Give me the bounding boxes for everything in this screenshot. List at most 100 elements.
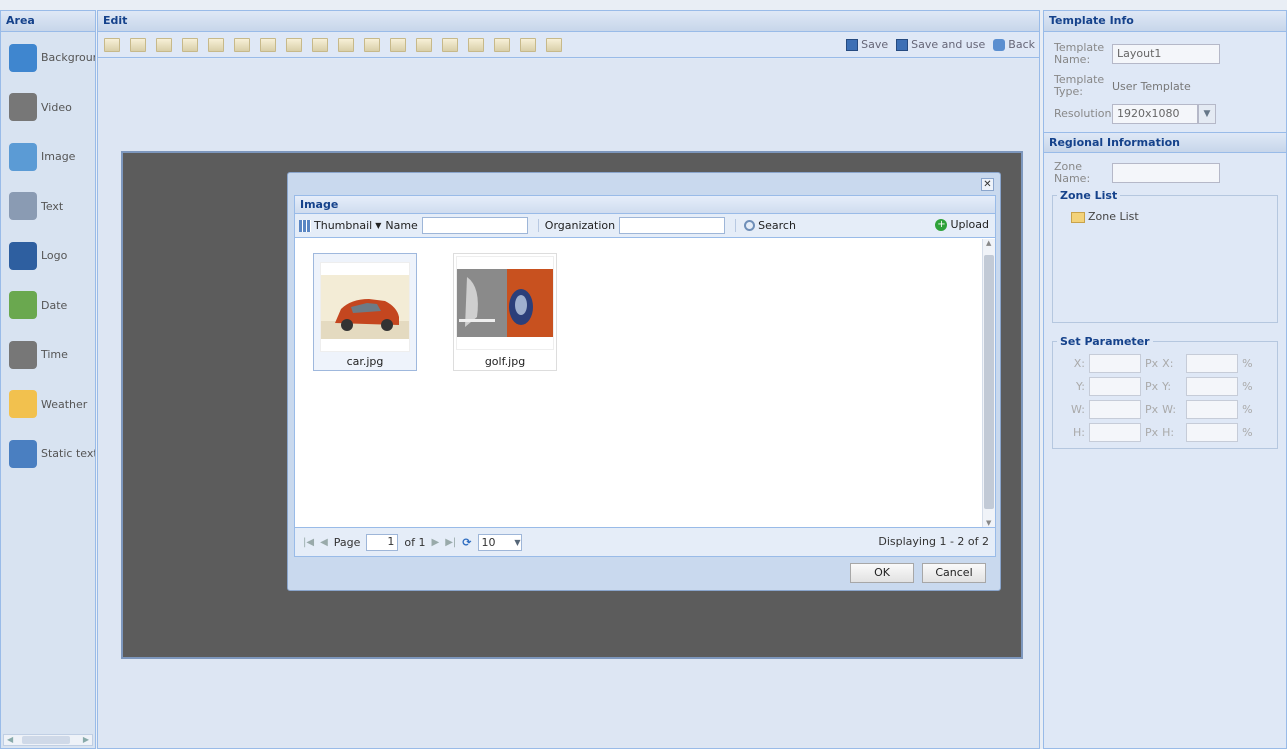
param-pct-label: X: (1162, 357, 1174, 370)
chevron-down-icon[interactable]: ▼ (514, 538, 520, 547)
param-pct-label: Y: (1162, 380, 1172, 393)
page-input[interactable]: 1 (366, 533, 399, 551)
param-label: W: (1071, 403, 1085, 416)
align-tool-icon[interactable] (416, 38, 432, 52)
refresh-icon[interactable]: ⟳ (462, 536, 471, 549)
video-icon (9, 93, 37, 122)
px-unit: Px (1145, 403, 1159, 416)
area-item-time[interactable]: Time (1, 330, 95, 380)
dialog-toolbar: Thumbnail ▼ Name Organization Search + U… (295, 214, 995, 238)
name-search-input[interactable] (421, 217, 528, 234)
pct-unit: % (1242, 403, 1253, 416)
pct-unit: % (1242, 426, 1253, 439)
vertical-scrollbar[interactable]: ▲ ▼ (982, 239, 995, 527)
align-tool-icon[interactable] (260, 38, 276, 52)
save-icon (846, 38, 859, 51)
align-tool-icon[interactable] (130, 38, 146, 52)
align-tool-icon[interactable] (182, 38, 198, 52)
area-item-text[interactable]: Text (1, 182, 95, 232)
area-item-label: Backgrour (41, 51, 95, 65)
align-tool-icon[interactable] (364, 38, 380, 52)
param-pct-input[interactable] (1186, 354, 1239, 373)
last-page-icon[interactable]: ▶| (445, 537, 456, 548)
thumbnail-car[interactable]: car.jpg (313, 253, 417, 371)
area-item-logo[interactable]: Logo (1, 231, 95, 281)
align-tool-icon[interactable] (468, 38, 484, 52)
organization-label: Organization (537, 219, 615, 232)
align-tool-icon[interactable] (338, 38, 354, 52)
cancel-button[interactable]: Cancel (922, 563, 986, 583)
param-px-input[interactable] (1089, 423, 1141, 442)
back-button[interactable]: Back (993, 38, 1035, 51)
scrollbar-thumb[interactable] (984, 255, 994, 509)
param-row: Y: Px Y:% (1057, 375, 1273, 398)
save-and-use-button[interactable]: Save and use (896, 38, 985, 51)
align-tool-icon[interactable] (312, 38, 328, 52)
prev-page-icon[interactable]: ◀ (320, 537, 328, 548)
save-button[interactable]: Save (846, 38, 888, 51)
scroll-right-icon[interactable]: ▶ (83, 735, 89, 744)
param-pct-label: W: (1162, 403, 1177, 416)
align-tool-icon[interactable] (546, 38, 562, 52)
search-button[interactable]: Search (735, 219, 796, 232)
template-info-title: Template Info (1044, 11, 1286, 32)
align-tool-icon[interactable] (156, 38, 172, 52)
area-item-label: Static text (41, 447, 95, 461)
area-item-label: Video (41, 100, 72, 114)
param-label: H: (1073, 426, 1085, 439)
pct-unit: % (1242, 380, 1253, 393)
upload-button[interactable]: + Upload (935, 218, 989, 231)
first-page-icon[interactable]: |◀ (303, 537, 314, 548)
view-mode-button[interactable]: Thumbnail ▼ (299, 219, 381, 232)
scroll-up-icon[interactable]: ▲ (986, 239, 991, 247)
back-icon (993, 38, 1006, 51)
thumbnail-golf[interactable]: golf.jpg (453, 253, 557, 371)
zone-name-input[interactable] (1112, 163, 1220, 183)
area-item-backgrour[interactable]: Backgrour (1, 33, 95, 83)
dialog-body: Image Thumbnail ▼ Name Organization Sear… (294, 195, 996, 557)
align-tool-icon[interactable] (286, 38, 302, 52)
set-parameter-legend: Set Parameter (1060, 335, 1150, 348)
chevron-down-icon[interactable]: ▼ (1198, 104, 1216, 124)
next-page-icon[interactable]: ▶ (432, 537, 440, 548)
organization-input[interactable] (619, 217, 726, 234)
area-scrollbar[interactable]: ◀ ▶ (3, 734, 93, 746)
align-tool-icon[interactable] (390, 38, 406, 52)
param-label: X: (1073, 357, 1085, 370)
scroll-down-icon[interactable]: ▼ (986, 519, 991, 527)
template-name-row: Template Name: Layout1 (1044, 42, 1286, 66)
template-name-input[interactable]: Layout1 (1112, 44, 1220, 64)
area-item-date[interactable]: Date (1, 281, 95, 331)
logo-icon (9, 241, 37, 270)
scroll-thumb[interactable] (22, 736, 70, 744)
param-px-input[interactable] (1089, 377, 1141, 396)
align-tool-icon[interactable] (520, 38, 536, 52)
zone-list-item[interactable]: Zone List (1057, 210, 1273, 223)
param-px-input[interactable] (1089, 400, 1141, 419)
date-icon (9, 291, 37, 320)
align-tool-icon[interactable] (208, 38, 224, 52)
area-item-weather[interactable]: Weather (1, 380, 95, 430)
ok-button[interactable]: OK (850, 563, 914, 583)
close-icon[interactable]: ✕ (981, 178, 994, 191)
align-tool-icon[interactable] (494, 38, 510, 52)
align-tool-icon[interactable] (234, 38, 250, 52)
align-tool-icon[interactable] (104, 38, 120, 52)
scroll-left-icon[interactable]: ◀ (7, 735, 13, 744)
area-item-static-text[interactable]: Static text (1, 429, 95, 479)
page-size-select[interactable]: 10 ▼ (477, 533, 522, 551)
param-pct-input[interactable] (1186, 377, 1239, 396)
save-use-icon (896, 38, 909, 51)
param-px-input[interactable] (1089, 354, 1141, 373)
image-dialog: ✕ Image Thumbnail ▼ Name Organization Se… (287, 172, 1001, 591)
area-item-image[interactable]: Image (1, 132, 95, 182)
param-pct-input[interactable] (1186, 423, 1239, 442)
display-status: Displaying 1 - 2 of 2 (878, 535, 989, 548)
edit-title: Edit (98, 11, 1039, 32)
param-pct-input[interactable] (1186, 400, 1239, 419)
image-icon (9, 142, 37, 171)
area-item-video[interactable]: Video (1, 83, 95, 133)
resolution-select[interactable]: 1920x1080 ▼ (1112, 104, 1216, 124)
param-rows: X: Px X:% Y: Px Y:% W: Px W:% H: Px H:% (1057, 352, 1273, 444)
align-tool-icon[interactable] (442, 38, 458, 52)
